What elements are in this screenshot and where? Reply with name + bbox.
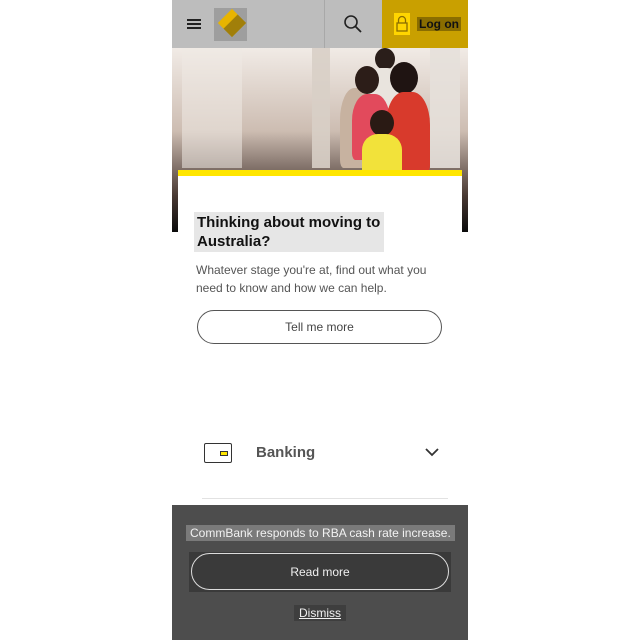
chevron-down-icon <box>425 448 439 457</box>
log-on-button[interactable]: Log on <box>382 0 468 48</box>
wallet-icon <box>204 443 232 463</box>
banner-message: CommBank responds to RBA cash rate incre… <box>186 525 455 541</box>
menu-button[interactable] <box>172 0 216 48</box>
promo-card: Thinking about moving to Australia? What… <box>178 176 462 506</box>
read-more-container: Read more <box>189 552 451 592</box>
dismiss-link[interactable]: Dismiss <box>294 605 346 621</box>
home-logo-link[interactable] <box>214 8 247 41</box>
padlock-icon <box>394 13 410 35</box>
magnifier-search-icon <box>344 15 362 33</box>
hamburger-menu-icon <box>187 19 201 29</box>
accordion-item-label: Banking <box>256 444 316 461</box>
tell-me-more-button[interactable]: Tell me more <box>197 310 442 344</box>
diamond-logo-icon <box>217 8 247 38</box>
read-more-button[interactable]: Read more <box>191 553 449 590</box>
promo-description: Whatever stage you're at, find out what … <box>196 263 427 295</box>
accordion-item-banking[interactable]: Banking <box>178 431 462 481</box>
mobile-viewport: Log on Thinking about moving to Australi… <box>172 0 468 640</box>
top-header: Log on <box>172 0 468 48</box>
news-banner: CommBank responds to RBA cash rate incre… <box>172 505 468 640</box>
log-on-label: Log on <box>417 17 461 31</box>
search-button[interactable] <box>325 0 381 48</box>
promo-title: Thinking about moving to Australia? <box>194 212 384 252</box>
divider <box>202 498 448 499</box>
